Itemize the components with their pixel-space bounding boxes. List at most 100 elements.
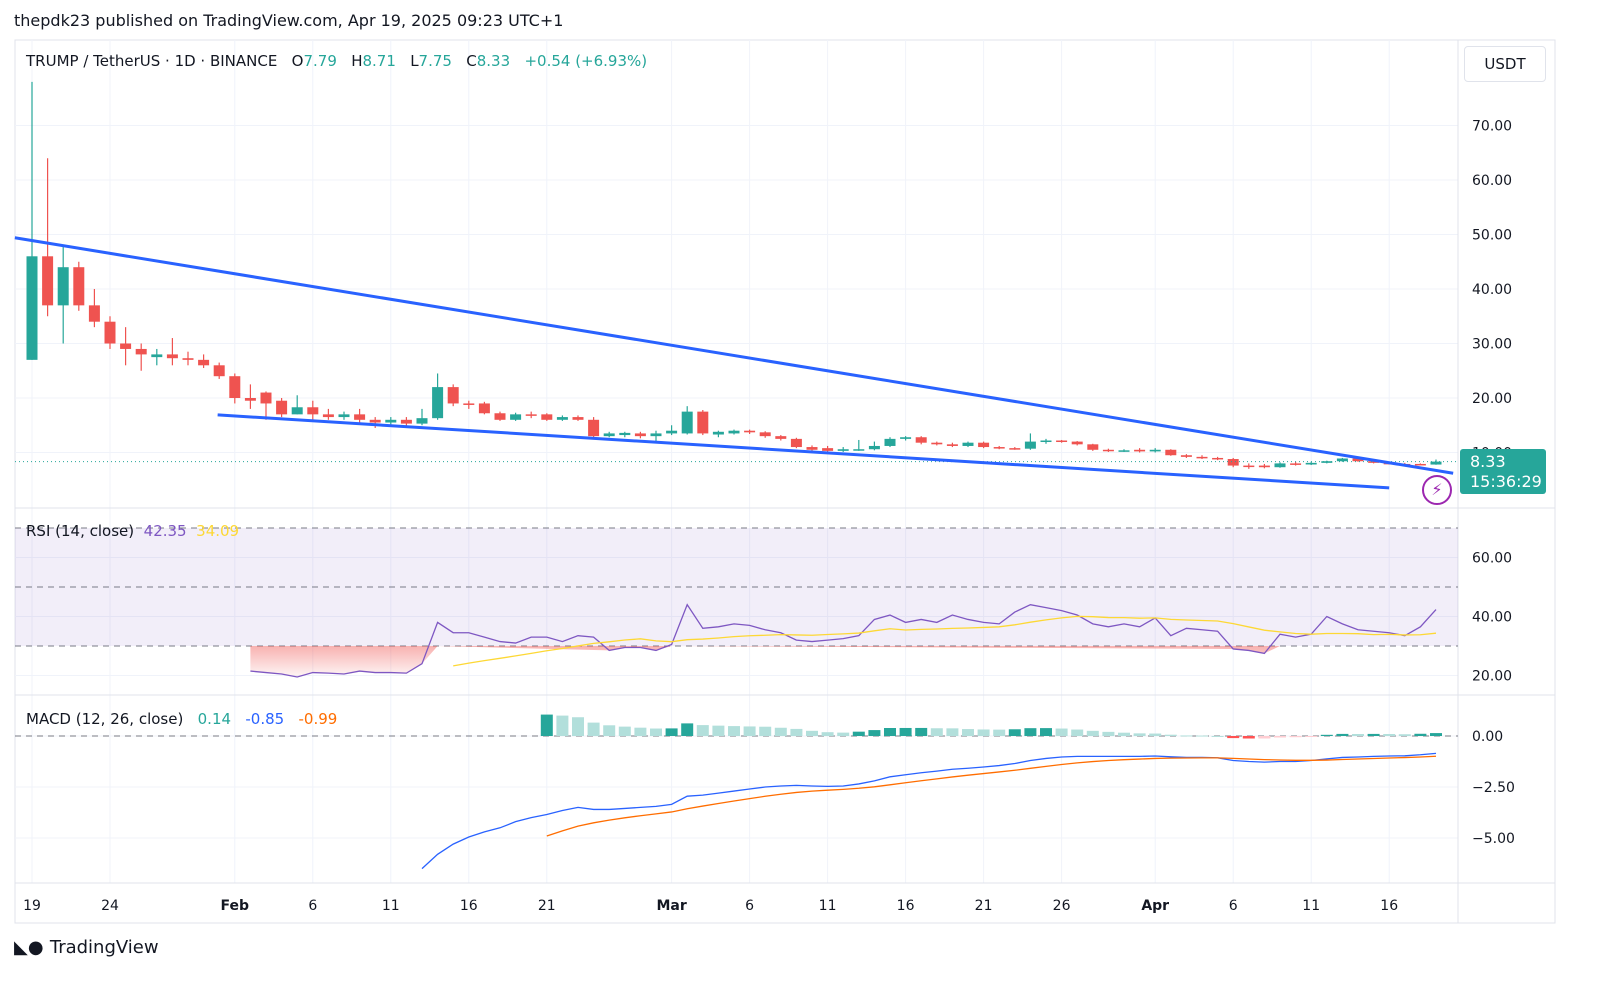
macd-histogram-bar (899, 727, 912, 736)
candle-body (900, 437, 912, 439)
rsi-title[interactable]: RSI (14, close) (26, 522, 134, 540)
close-label: C (466, 52, 477, 70)
chart-frame (14, 39, 1556, 924)
close-value: 8.33 (476, 52, 511, 70)
candle-body (790, 438, 802, 448)
x-tick-label: 19 (23, 898, 41, 914)
candle-body (603, 433, 615, 437)
macd-histogram-bar (915, 727, 928, 736)
candle-body (993, 447, 1005, 449)
candle-body (400, 419, 412, 424)
macd-histogram-bar (1352, 733, 1364, 736)
candle-body (1149, 449, 1161, 452)
candle-body (572, 417, 584, 420)
candle-body (57, 267, 69, 306)
candle-body (822, 448, 834, 451)
candle-body (42, 256, 54, 306)
candle-body (463, 403, 475, 405)
macd-histogram-bar (1430, 733, 1442, 736)
symbol-title[interactable]: TRUMP / TetherUS · 1D · BINANCE (26, 52, 277, 70)
price-tick-label: 30.00 (1472, 337, 1512, 353)
x-tick-label: 24 (101, 898, 119, 914)
lightning-icon[interactable]: ⚡︎ (1422, 475, 1452, 505)
macd-histogram-bar (1149, 733, 1162, 736)
candle-body (650, 433, 662, 437)
candle-body (260, 392, 272, 404)
macd-histogram-bar (728, 726, 740, 736)
macd-histogram-bar (1102, 731, 1115, 736)
macd-histogram-bar (556, 715, 569, 736)
candle-body (88, 305, 100, 322)
macd-histogram-bar (618, 726, 631, 736)
macd-histogram-bar (1398, 734, 1411, 736)
x-tick-label: 11 (1302, 898, 1320, 914)
high-value: 8.71 (362, 52, 396, 70)
tradingview-snapshot: 19 24 Feb 6 11 16 21 Mar 6 11 16 21 26 Apr 6 11 16 70.00 6… (0, 0, 1600, 995)
candle-body (369, 419, 381, 423)
macd-histogram-bar (962, 729, 974, 736)
candle-body (978, 442, 990, 448)
candle-body (120, 343, 132, 349)
open-value: 7.79 (303, 52, 337, 70)
x-tick-label: Apr (1141, 898, 1169, 914)
candle-body (1290, 463, 1302, 465)
x-tick-label: 16 (460, 898, 478, 914)
low-label: L (410, 52, 419, 70)
bar-countdown: 15:36:29 (1470, 472, 1542, 491)
rsi-ma-value: 34.09 (196, 522, 240, 540)
macd-histogram-bar (1164, 734, 1177, 736)
candle-body (416, 418, 428, 424)
candle-body (541, 414, 553, 420)
signal-value: -0.99 (298, 710, 338, 728)
last-price: 8.33 (1470, 452, 1506, 471)
candle-body (26, 256, 38, 360)
macd-title[interactable]: MACD (12, 26, close) (26, 710, 183, 728)
candle-body (946, 444, 958, 446)
macd-histogram-bar (790, 728, 803, 736)
candle-body (1056, 440, 1068, 443)
candle-body (666, 430, 678, 434)
candle-body (338, 414, 350, 418)
candle-body (322, 414, 334, 418)
candle-body (1243, 465, 1255, 468)
candle-body (884, 438, 896, 446)
x-tick-label: Mar (656, 898, 686, 914)
candle-body (1414, 463, 1426, 466)
candle-body (1321, 461, 1333, 463)
candle-body (525, 414, 537, 416)
macd-histogram-bar (1118, 732, 1130, 736)
macd-tick-label: 0.00 (1472, 729, 1503, 745)
candle-body (447, 387, 459, 404)
macd-histogram-bar (852, 731, 865, 736)
candle-body (915, 437, 927, 443)
rsi-value: 42.35 (143, 522, 187, 540)
candle-body (166, 354, 178, 359)
x-tick-label: 21 (538, 898, 556, 914)
chart-canvas[interactable]: 19 24 Feb 6 11 16 21 Mar 6 11 16 21 26 Apr 6 11 16 70.00 6… (0, 0, 1600, 995)
candle-body (1180, 455, 1192, 457)
candle-body (510, 414, 522, 420)
macd-histogram-bar (1289, 736, 1302, 738)
macd-hist-value: 0.14 (197, 710, 232, 728)
macd-histogram-bar (1383, 734, 1396, 736)
macd-histogram-bar (1367, 733, 1380, 736)
rsi-oversold-fill (250, 646, 1280, 677)
candle-body (291, 407, 303, 415)
macd-histogram-bar (1320, 734, 1333, 736)
price-tick-label: 50.00 (1472, 228, 1512, 244)
macd-value: -0.85 (245, 710, 285, 728)
candle-body (728, 430, 740, 434)
macd-histogram-bar (1024, 728, 1037, 736)
candle-body (868, 445, 880, 450)
candle-body (213, 365, 225, 377)
candle-body (806, 447, 818, 450)
macd-histogram-bar (572, 717, 584, 736)
macd-histogram-bar (806, 730, 818, 736)
macd-histogram-bar (821, 732, 834, 736)
candle-body (73, 267, 85, 306)
logo-icon: ◣● (14, 937, 44, 958)
tradingview-logo[interactable]: ◣● TradingView (14, 937, 159, 958)
currency-button[interactable]: USDT (1464, 46, 1546, 82)
candle-body (354, 414, 366, 420)
price-tick-label: 40.00 (1472, 282, 1512, 298)
